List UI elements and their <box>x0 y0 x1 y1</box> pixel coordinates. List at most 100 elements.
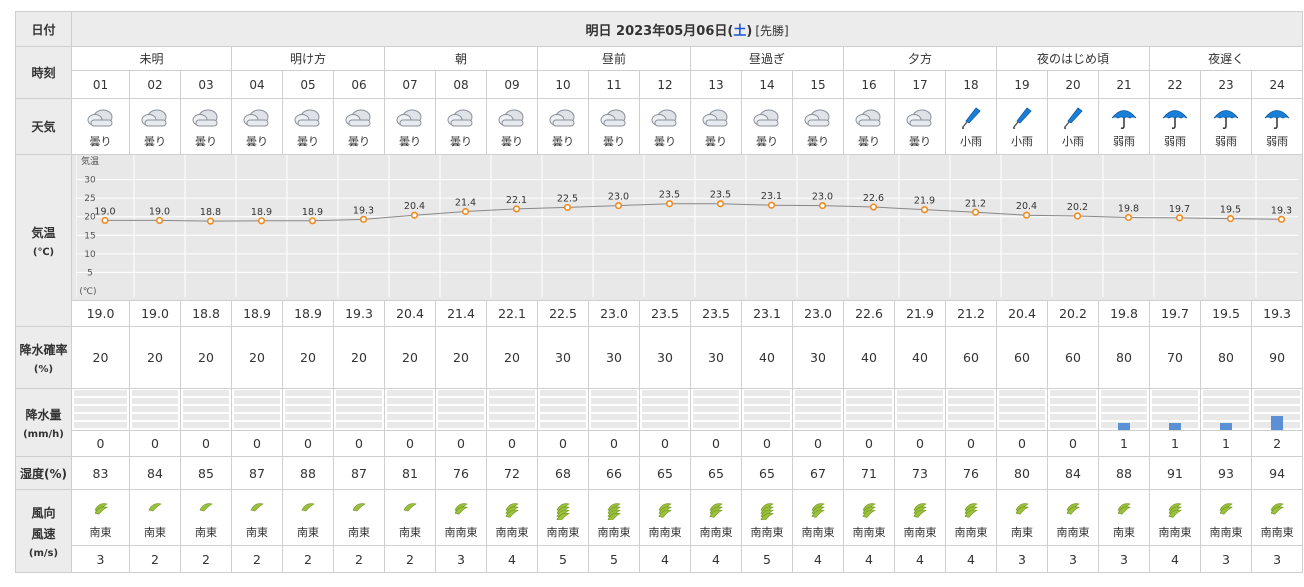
weather-text: 曇り <box>705 135 727 148</box>
precip-amount-value: 0 <box>71 430 130 457</box>
precip-bar-cell <box>333 388 385 431</box>
humidity-value: 80 <box>996 456 1048 490</box>
temp-value: 21.4 <box>435 300 487 327</box>
wind-speed-value: 5 <box>537 545 589 573</box>
temp-value: 18.8 <box>180 300 232 327</box>
wind-cell: 南東 <box>231 489 283 546</box>
humidity-value: 68 <box>537 456 589 490</box>
y-tick-label: 10 <box>84 250 96 260</box>
precip-bar-cell <box>1200 388 1252 431</box>
temp-value: 19.3 <box>1250 300 1304 327</box>
wind-leaf-icon <box>334 500 384 520</box>
wind-speed-value: 4 <box>1149 545 1201 573</box>
wind-dir-label: 風向 <box>31 505 56 520</box>
precip-bar-track <box>74 389 127 430</box>
humidity-value: 94 <box>1250 456 1304 490</box>
wind-cell: 南南東 <box>639 489 691 546</box>
cloud-icon <box>181 106 231 130</box>
weather-cell: 小雨 <box>945 98 997 155</box>
precip-amount-value: 0 <box>333 430 385 457</box>
period-7: 夜のはじめ頃 <box>996 46 1150 71</box>
precip-bar-cell <box>282 388 334 431</box>
precip-bar-track <box>540 389 586 430</box>
precip-bar-track <box>1050 389 1096 430</box>
hour-18: 18 <box>945 70 997 99</box>
wind-leaf-icon <box>640 500 690 520</box>
weather-text: 弱雨 <box>1164 135 1186 148</box>
wind-leaf-icon <box>232 500 282 520</box>
hour-20: 20 <box>1047 70 1099 99</box>
precip-prob-value: 30 <box>792 326 844 389</box>
wind-direction: 南南東 <box>1260 525 1294 539</box>
wind-cell: 南東 <box>180 489 232 546</box>
wind-direction: 南東 <box>1113 525 1135 539</box>
temp-value: 18.9 <box>231 300 283 327</box>
wind-speed-value: 4 <box>486 545 538 573</box>
wind-direction: 南東 <box>1011 525 1033 539</box>
temperature-point-label: 22.5 <box>557 193 578 204</box>
precip-prob-value: 60 <box>996 326 1048 389</box>
wind-leaf-icon <box>844 500 894 520</box>
precip-bar <box>1220 422 1232 430</box>
humidity-value: 65 <box>741 456 793 490</box>
wind-speed-value: 3 <box>1047 545 1099 573</box>
wind-cell: 南東 <box>129 489 181 546</box>
weather-cell: 曇り <box>639 98 691 155</box>
precip-prob-value: 20 <box>435 326 487 389</box>
humidity-value: 84 <box>129 456 181 490</box>
temperature-point <box>1124 213 1133 222</box>
humidity-value: 65 <box>639 456 691 490</box>
umbrella-closed-icon <box>1048 106 1098 130</box>
temperature-point <box>665 200 674 208</box>
weather-text: 弱雨 <box>1215 135 1237 148</box>
precip-prob-unit: (%) <box>33 363 54 375</box>
wind-speed-value: 4 <box>894 545 946 573</box>
temperature-point <box>1277 215 1286 223</box>
wind-leaf-icon <box>436 500 486 520</box>
wind-speed-value: 2 <box>282 545 334 573</box>
temperature-point-label: 21.9 <box>914 196 935 207</box>
precip-amount-value: 2 <box>1250 430 1304 457</box>
temp-value: 22.6 <box>843 300 895 327</box>
weather-text: 小雨 <box>1062 135 1084 148</box>
cloud-icon <box>487 106 537 130</box>
temperature-point-label: 18.9 <box>251 207 272 218</box>
weather-text: 曇り <box>552 135 574 148</box>
temperature-point <box>818 201 827 210</box>
wind-speed-value: 4 <box>639 545 691 573</box>
temperature-point <box>869 203 878 211</box>
precip-prob-value: 30 <box>537 326 589 389</box>
humidity-value: 85 <box>180 456 232 490</box>
period-1: 未明 <box>71 46 232 71</box>
cloud-icon <box>334 106 384 130</box>
wind-cell: 南南東 <box>741 489 793 546</box>
precip-amount-value: 0 <box>129 430 181 457</box>
precip-prob-value: 70 <box>1149 326 1201 389</box>
wind-unit-label: (m/s) <box>28 547 59 559</box>
wind-leaf-icon <box>997 500 1047 520</box>
wind-cell: 南南東 <box>537 489 589 546</box>
date-suffix: ) <box>746 23 753 39</box>
precip-prob-value: 30 <box>588 326 640 389</box>
wind-direction: 南南東 <box>750 525 784 539</box>
wind-speed-value: 3 <box>1098 545 1150 573</box>
weather-text: 曇り <box>144 135 166 148</box>
weather-cell: 弱雨 <box>1250 98 1304 155</box>
precip-bar-track <box>948 389 994 430</box>
umbrella-open-icon <box>1201 106 1251 130</box>
temperature-point <box>614 201 623 210</box>
weather-cell: 曇り <box>690 98 742 155</box>
hour-16: 16 <box>843 70 895 99</box>
temperature-point-label: 21.2 <box>965 198 986 209</box>
wind-speed-row: 322222234554454444333433 <box>16 545 1304 573</box>
temperature-point <box>359 215 368 223</box>
humidity-value: 72 <box>486 456 538 490</box>
wind-direction: 南南東 <box>1209 525 1243 539</box>
weather-cell: 曇り <box>71 98 130 155</box>
precip-bar-track <box>591 389 637 430</box>
hour-02: 02 <box>129 70 181 99</box>
weather-text: 曇り <box>909 135 931 148</box>
precip-prob-value: 80 <box>1200 326 1252 389</box>
temperature-point <box>1226 214 1235 223</box>
wind-direction: 南南東 <box>495 525 529 539</box>
